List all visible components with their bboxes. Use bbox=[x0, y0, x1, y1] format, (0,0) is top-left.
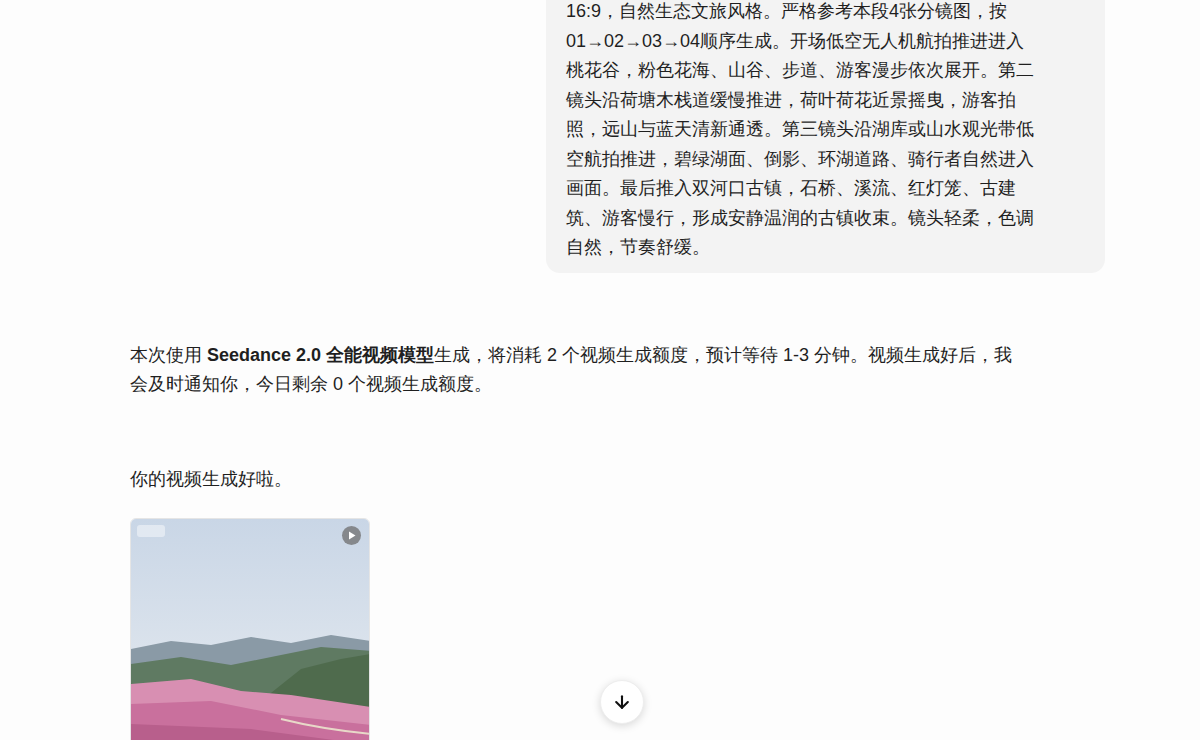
done-message: 你的视频生成好啦。 bbox=[130, 465, 1200, 494]
user-message-line: 自然，节奏舒缓。 bbox=[566, 233, 1085, 263]
user-message-line: 画面。最后推入双河口古镇，石桥、溪流、红灯笼、古建 bbox=[566, 174, 1085, 204]
user-message-line: 筑、游客慢行，形成安静温润的古镇收束。镜头轻柔，色调 bbox=[566, 204, 1085, 234]
user-message-line: 16:9，自然生态文旅风格。严格参考本段4张分镜图，按 bbox=[566, 0, 1085, 27]
video-frame-icon bbox=[131, 519, 370, 740]
model-name: Seedance 2.0 全能视频模型 bbox=[207, 345, 434, 365]
user-message-line: 01→02→03→04顺序生成。开场低空无人机航拍推进进入 bbox=[566, 27, 1085, 57]
user-message-row: 16:9，自然生态文旅风格。严格参考本段4张分镜图，按01→02→03→04顺序… bbox=[0, 0, 1200, 273]
video-thumbnail[interactable] bbox=[130, 518, 370, 740]
user-message-line: 桃花谷，粉色花海、山谷、步道、游客漫步依次展开。第二 bbox=[566, 56, 1085, 86]
video-badge bbox=[137, 525, 165, 537]
assistant-area: 本次使用 Seedance 2.0 全能视频模型生成，将消耗 2 个视频生成额度… bbox=[0, 273, 1200, 740]
user-message-line: 空航拍推进，碧绿湖面、倒影、环湖道路、骑行者自然进入 bbox=[566, 145, 1085, 175]
chat-page: 16:9，自然生态文旅风格。严格参考本段4张分镜图，按01→02→03→04顺序… bbox=[0, 0, 1200, 740]
status-line: 本次使用 Seedance 2.0 全能视频模型生成，将消耗 2 个视频生成额度… bbox=[130, 341, 1200, 370]
status-line: 会及时通知你，今日剩余 0 个视频生成额度。 bbox=[130, 370, 1200, 399]
arrow-down-icon bbox=[612, 692, 632, 712]
status-message: 本次使用 Seedance 2.0 全能视频模型生成，将消耗 2 个视频生成额度… bbox=[130, 341, 1200, 399]
scroll-down-button[interactable] bbox=[600, 680, 644, 724]
user-message-bubble: 16:9，自然生态文旅风格。严格参考本段4张分镜图，按01→02→03→04顺序… bbox=[546, 0, 1105, 273]
play-icon[interactable] bbox=[342, 526, 361, 545]
user-message-line: 照，远山与蓝天清新通透。第三镜头沿湖库或山水观光带低 bbox=[566, 115, 1085, 145]
user-message-line: 镜头沿荷塘木栈道缓慢推进，荷叶荷花近景摇曳，游客拍 bbox=[566, 86, 1085, 116]
